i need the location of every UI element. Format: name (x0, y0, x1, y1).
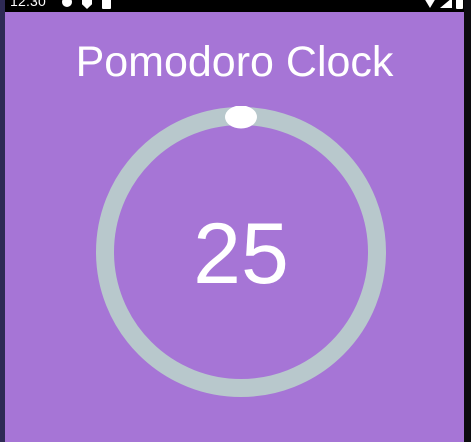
shield-icon (82, 0, 92, 9)
screen: 12:30 Pomodoro Clock 25 (0, 0, 471, 442)
wifi-icon (424, 0, 436, 8)
status-time: 12:30 (10, 0, 47, 9)
battery-icon (456, 0, 463, 9)
pomodoro-app: Pomodoro Clock 25 (5, 12, 464, 442)
page-title: Pomodoro Clock (75, 38, 394, 86)
status-icons-right (424, 0, 463, 9)
signal-icon (440, 0, 452, 8)
timer-minutes: 25 (193, 206, 289, 302)
right-edge (464, 0, 471, 442)
timer-dial[interactable]: 25 (95, 106, 387, 398)
settings-icon (62, 0, 72, 7)
sd-card-icon (102, 0, 111, 9)
status-icons-left (62, 0, 111, 9)
status-bar: 12:30 (0, 0, 471, 12)
